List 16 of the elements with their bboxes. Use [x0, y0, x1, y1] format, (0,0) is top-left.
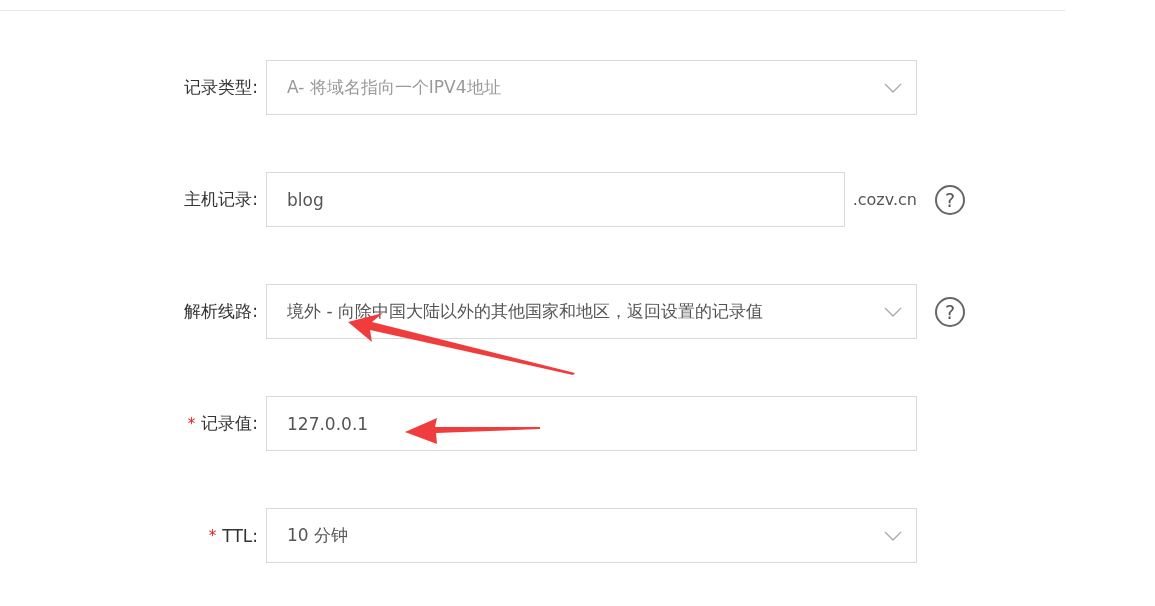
field-label: 解析线路: [184, 300, 258, 323]
input-field[interactable]: 127.0.0.1 [266, 396, 917, 451]
required-mark: * [187, 414, 196, 433]
chevron-down-icon [884, 82, 902, 93]
chevron-down-icon [884, 306, 902, 317]
domain-suffix: .cozv.cn [852, 190, 917, 209]
select-field[interactable]: 10 分钟 [266, 508, 917, 563]
input-field[interactable]: blog [266, 172, 845, 227]
field-label: TTL: [222, 525, 258, 546]
required-mark: * [208, 526, 217, 545]
help-icon[interactable]: ? [935, 184, 965, 215]
field-label: 主机记录: [184, 188, 258, 211]
field-label: 记录类型: [184, 76, 258, 99]
field-label: 记录值: [201, 412, 258, 435]
chevron-down-icon [884, 530, 902, 541]
help-icon[interactable]: ? [935, 296, 965, 327]
